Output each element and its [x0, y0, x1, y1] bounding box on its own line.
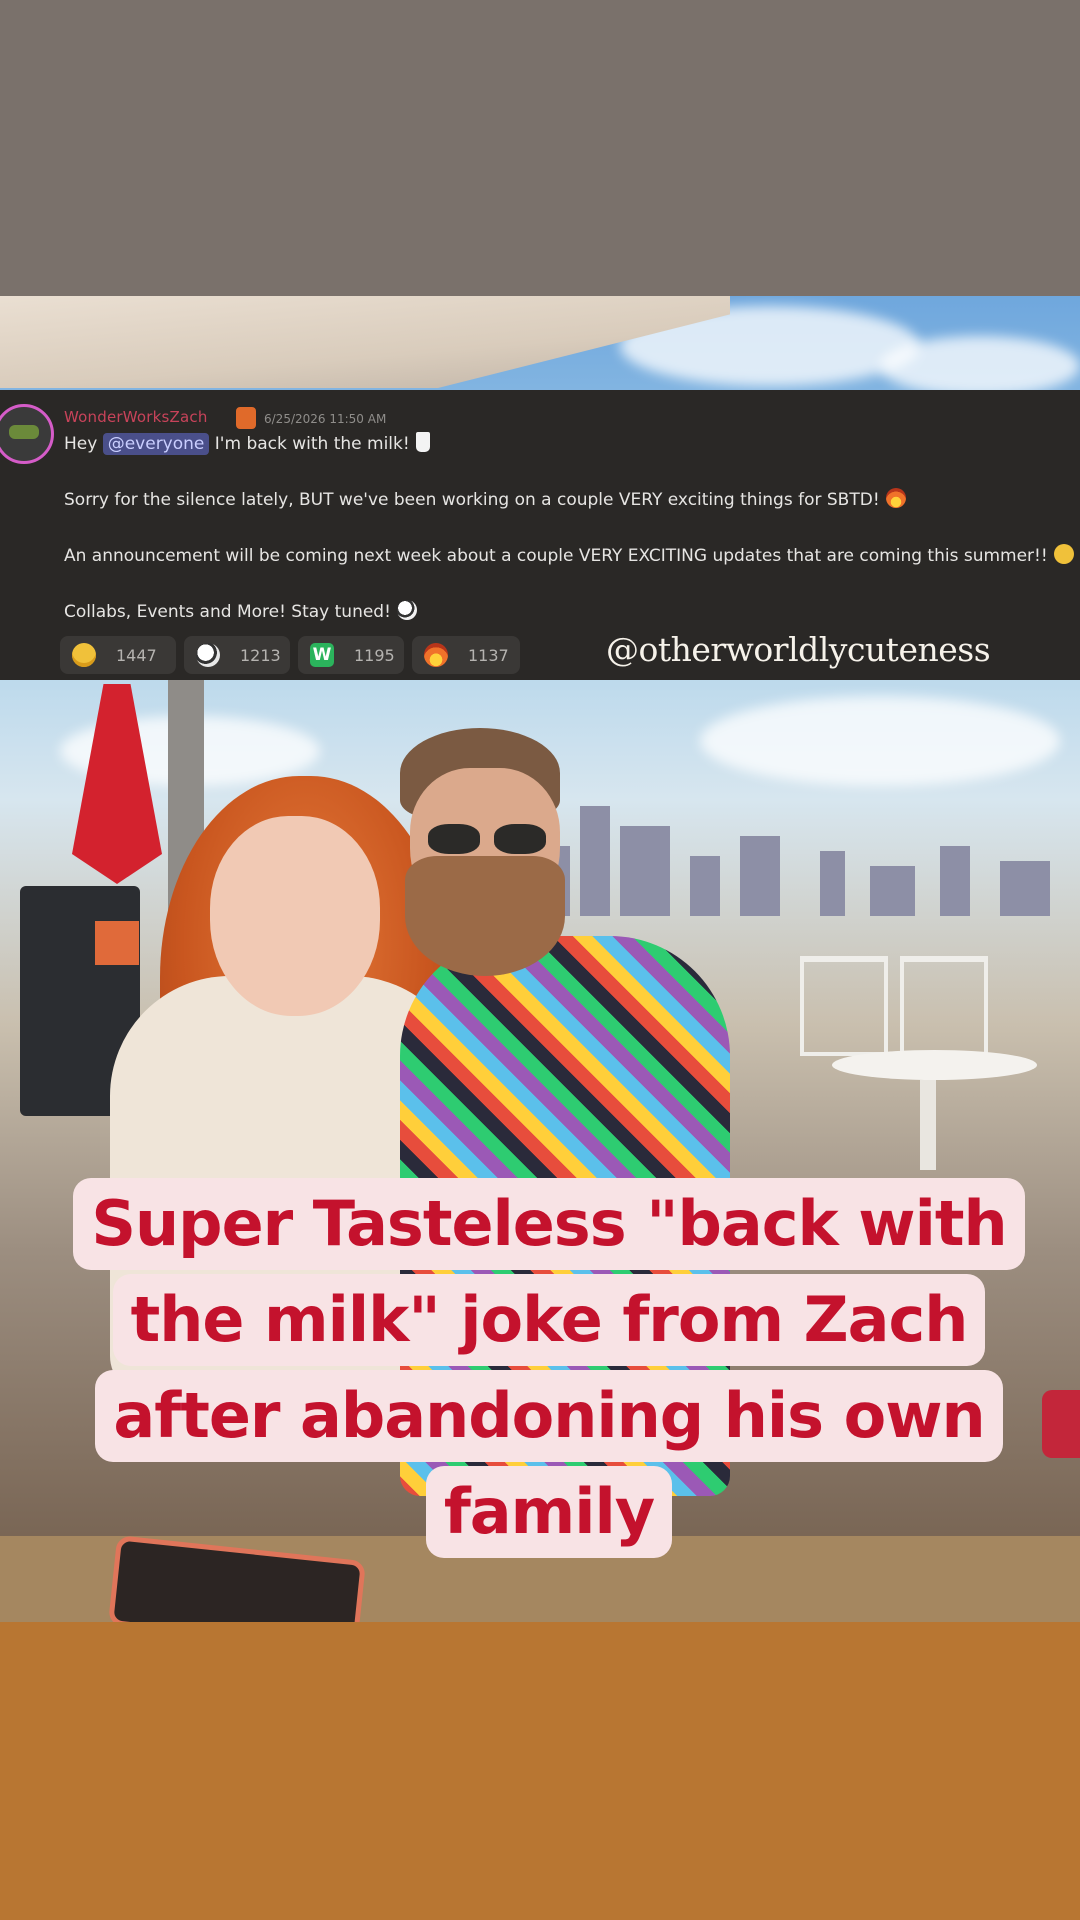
- reaction-count: 1447: [116, 645, 157, 665]
- patio-chair: [800, 956, 888, 1056]
- milk-glass-emoji-icon: [415, 432, 430, 452]
- message-timestamp: 6/25/2026 11:50 AM: [264, 412, 387, 426]
- patio-chair: [900, 956, 988, 1056]
- city-skyline: [520, 796, 1080, 916]
- w-emoji-icon: W: [310, 643, 334, 667]
- cow-emoji-icon: [196, 643, 220, 667]
- role-badge-icon: [236, 407, 256, 429]
- patio-table: [832, 1050, 1037, 1080]
- message-line-2: Sorry for the silence lately, BUT we've …: [64, 488, 906, 510]
- reaction-count: 1137: [468, 645, 509, 665]
- cloud: [880, 336, 1080, 396]
- caption-line: the milk" joke from Zach: [112, 1274, 986, 1366]
- heart-eyes-emoji-icon: [1053, 544, 1074, 564]
- watermark-handle: @otherworldlycuteness: [606, 630, 991, 669]
- woman-face: [210, 816, 380, 1016]
- reaction-cow[interactable]: 1213: [184, 636, 290, 674]
- reaction-count: 1195: [354, 645, 395, 665]
- fire-emoji-icon: [424, 643, 448, 667]
- message-text: Sorry for the silence lately, BUT we've …: [64, 490, 880, 510]
- reaction-fire[interactable]: 1137: [412, 636, 520, 674]
- everyone-mention[interactable]: @everyone: [102, 433, 210, 455]
- heart-eyes-emoji-icon: [72, 643, 96, 667]
- reaction-count: 1213: [240, 645, 281, 665]
- caption-line: after abandoning his own: [95, 1370, 1003, 1462]
- discord-message-card: WonderWorksZach 6/25/2026 11:50 AM Hey @…: [0, 390, 1080, 680]
- reaction-w[interactable]: W 1195: [298, 636, 404, 674]
- caption-line: Super Tasteless "back with: [73, 1178, 1025, 1270]
- message-line-4: Collabs, Events and More! Stay tuned!: [64, 600, 417, 622]
- cow-emoji-icon: [396, 600, 417, 620]
- trash-bin-label: [95, 921, 139, 965]
- caption-line: family: [425, 1466, 673, 1558]
- message-text: Collabs, Events and More! Stay tuned!: [64, 602, 391, 622]
- red-umbrella: [72, 684, 162, 884]
- caption-overlay: Super Tasteless "back with the milk" jok…: [22, 1178, 1076, 1562]
- patio-table-leg: [920, 1080, 936, 1170]
- message-text: I'm back with the milk!: [209, 434, 410, 454]
- message-text: An announcement will be coming next week…: [64, 546, 1048, 566]
- top-letterbox: [0, 0, 1080, 296]
- sunglasses: [428, 824, 548, 854]
- message-text: Hey: [64, 434, 103, 454]
- message-username[interactable]: WonderWorksZach: [64, 408, 208, 426]
- message-line-3: An announcement will be coming next week…: [64, 544, 1074, 566]
- reaction-heart-eyes[interactable]: 1447: [60, 636, 176, 674]
- cloud: [700, 696, 1060, 786]
- bottom-letterbox: [0, 1622, 1080, 1920]
- fire-emoji-icon: [885, 488, 906, 508]
- user-avatar[interactable]: [0, 404, 54, 464]
- message-line-1: Hey @everyone I'm back with the milk!: [64, 432, 430, 455]
- man-beard: [405, 856, 565, 976]
